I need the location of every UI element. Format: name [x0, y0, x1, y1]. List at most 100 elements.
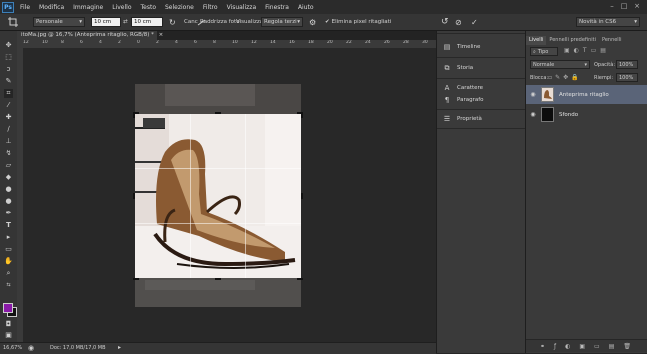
view-select[interactable]: Regola terzi ▾ [261, 17, 303, 27]
blend-mode-select[interactable]: Normale ▾ [530, 60, 590, 69]
eye-icon[interactable]: ◉ [529, 111, 537, 118]
clear-button[interactable]: Canc [184, 17, 198, 27]
crop-handle-bottom[interactable] [215, 278, 221, 280]
chevron-down-icon: ▾ [297, 19, 300, 25]
color-swap-icon[interactable]: ⇆ [4, 281, 13, 290]
ruler-tick-label: 0 [137, 40, 140, 45]
ruler-tick-label: 20 [327, 40, 333, 45]
menu-testo[interactable]: Testo [141, 4, 157, 11]
workspace-select[interactable]: Novità in CS6 ▾ [576, 17, 640, 27]
history-icon: ⧉ [444, 64, 450, 72]
blur-tool-icon[interactable]: ● [4, 185, 13, 194]
layers-panel-tabs: Livelli Pennelli predefiniti Pennelli [526, 36, 647, 45]
ruler-tick-label: 8 [213, 40, 216, 45]
eye-icon[interactable]: ◉ [529, 91, 537, 98]
quick-mask-icon[interactable]: ◘ [4, 320, 13, 329]
crop-handle-top[interactable] [215, 112, 221, 114]
swap-icon[interactable]: ⇄ [123, 17, 129, 27]
zoom-tool-icon[interactable]: ⌕ [4, 269, 13, 278]
ruler-tick-label: 14 [270, 40, 276, 45]
menu-filtro[interactable]: Filtro [203, 4, 218, 11]
menu-livello[interactable]: Livello [112, 4, 131, 11]
height-input[interactable]: 10 cm [131, 17, 163, 27]
foreground-color-swatch[interactable] [3, 303, 13, 313]
preset-select[interactable]: Personale ▾ [33, 17, 85, 27]
gradient-tool-icon[interactable]: ◆ [4, 173, 13, 182]
document-tab[interactable]: itoMa.jpg @ 16,7% (Anteprima ritaglio, R… [17, 31, 163, 40]
crop-handle-left[interactable] [133, 193, 135, 199]
crop-handle-bottom-left[interactable] [133, 278, 139, 280]
history-brush-tool-icon[interactable]: ↯ [4, 149, 13, 158]
path-selection-tool-icon[interactable]: ▸ [4, 233, 13, 242]
menu-visualizza[interactable]: Visualizza [227, 4, 257, 11]
zoom-level[interactable]: 16,67% [3, 345, 22, 351]
menu-finestra[interactable]: Finestra [265, 4, 289, 11]
healing-brush-tool-icon[interactable]: ✚ [4, 113, 13, 122]
width-input[interactable]: 10 cm [91, 17, 121, 27]
menu-file[interactable]: File [20, 4, 30, 11]
menu-selezione[interactable]: Selezione [165, 4, 194, 11]
info-icon[interactable]: ◉ [28, 344, 34, 352]
crop-tool-icon[interactable] [8, 17, 20, 27]
opacity-input[interactable]: 100% [616, 60, 638, 69]
layer-row-anteprima[interactable]: ◉ Anteprima ritaglio [526, 85, 647, 104]
fill-input[interactable]: 100% [616, 73, 638, 82]
delete-cropped-checkbox[interactable]: ✔ Elimina pixel ritagliati [325, 17, 391, 27]
brush-tool-icon[interactable]: ∕ [4, 125, 13, 134]
eyedropper-tool-icon[interactable]: ⁄ [4, 101, 13, 110]
tab-pennelli-predefiniti[interactable]: Pennelli predefiniti [546, 36, 599, 45]
status-arrow-icon[interactable]: ▸ [118, 344, 121, 351]
menu-modifica[interactable]: Modifica [39, 4, 64, 11]
layer-filter-icons[interactable]: ▣◐T▭▤ [564, 47, 634, 56]
minimize-button[interactable]: – [608, 2, 616, 10]
ruler-tick-label: 6 [194, 40, 197, 45]
pen-tool-icon[interactable]: ✒ [4, 209, 13, 218]
shape-tool-icon[interactable]: ▭ [4, 245, 13, 254]
commit-crop-icon[interactable]: ✓ [471, 17, 481, 27]
menu-immagine[interactable]: Immagine [73, 4, 103, 11]
layer-filter-select[interactable]: ⌕ Tipo [530, 47, 558, 56]
marquee-tool-icon[interactable]: ⬚ [4, 53, 13, 62]
crop-handle-right[interactable] [301, 193, 303, 199]
settings-gear-icon[interactable]: ⚙ [309, 17, 318, 27]
crop-handle-top-left[interactable] [133, 112, 135, 118]
clone-stamp-tool-icon[interactable]: ⊥ [4, 137, 13, 146]
crop-tool-icon[interactable]: ⌗ [4, 89, 13, 98]
menu-aiuto[interactable]: Aiuto [298, 4, 314, 11]
layers-footer-icons[interactable]: ⚭ƒ◐▣▭▤🗑 [526, 339, 647, 352]
move-tool-icon[interactable]: ✥ [4, 41, 13, 50]
panel-carattere-label: Carattere [457, 85, 484, 91]
ruler-tick-label: 10 [232, 40, 238, 45]
panel-storia[interactable]: ⧉ Storia [443, 62, 521, 74]
panel-proprieta[interactable]: ☰ Proprietà [443, 113, 521, 125]
cancel-crop-icon[interactable]: ⊘ [455, 17, 465, 27]
crop-handle-bottom-right[interactable] [297, 278, 303, 280]
quick-select-tool-icon[interactable]: ✎ [4, 77, 13, 86]
tab-pennelli[interactable]: Pennelli [599, 36, 625, 45]
dodge-tool-icon[interactable]: ● [4, 197, 13, 206]
straighten-button[interactable]: Raddrizza foto [200, 17, 240, 27]
crop-handle-top-right[interactable] [301, 112, 303, 118]
type-tool-icon[interactable]: T [4, 221, 13, 230]
panel-paragrafo[interactable]: ¶ Paragrafo [443, 94, 521, 106]
ruler-tick-label: 2 [156, 40, 159, 45]
panel-proprieta-label: Proprietà [457, 116, 482, 122]
hand-tool-icon[interactable]: ✋ [4, 257, 13, 266]
eraser-tool-icon[interactable]: ▱ [4, 161, 13, 170]
rotate-icon[interactable]: ↻ [169, 17, 179, 27]
ruler-tick-label: 28 [403, 40, 409, 45]
crop-preview-area[interactable] [135, 114, 301, 278]
tab-livelli[interactable]: Livelli [526, 36, 547, 45]
layer-row-sfondo[interactable]: ◉ Sfondo [526, 105, 647, 124]
close-tab-icon[interactable]: × [159, 32, 164, 38]
undo-icon[interactable]: ↺ [441, 17, 451, 27]
panel-timeline[interactable]: ▤ Timeline [443, 41, 521, 53]
screen-mode-icon[interactable]: ▣ [4, 331, 13, 340]
lock-icons[interactable]: ▫✎✥🔒 [548, 74, 582, 81]
panel-carattere[interactable]: A Carattere [443, 82, 521, 94]
document-size[interactable]: Doc: 17,0 MB/17,0 MB [50, 345, 106, 351]
close-button[interactable]: × [633, 2, 641, 10]
crop-grid-line [135, 168, 301, 169]
lasso-tool-icon[interactable]: ↄ [4, 65, 13, 74]
maximize-button[interactable]: □ [620, 2, 628, 10]
